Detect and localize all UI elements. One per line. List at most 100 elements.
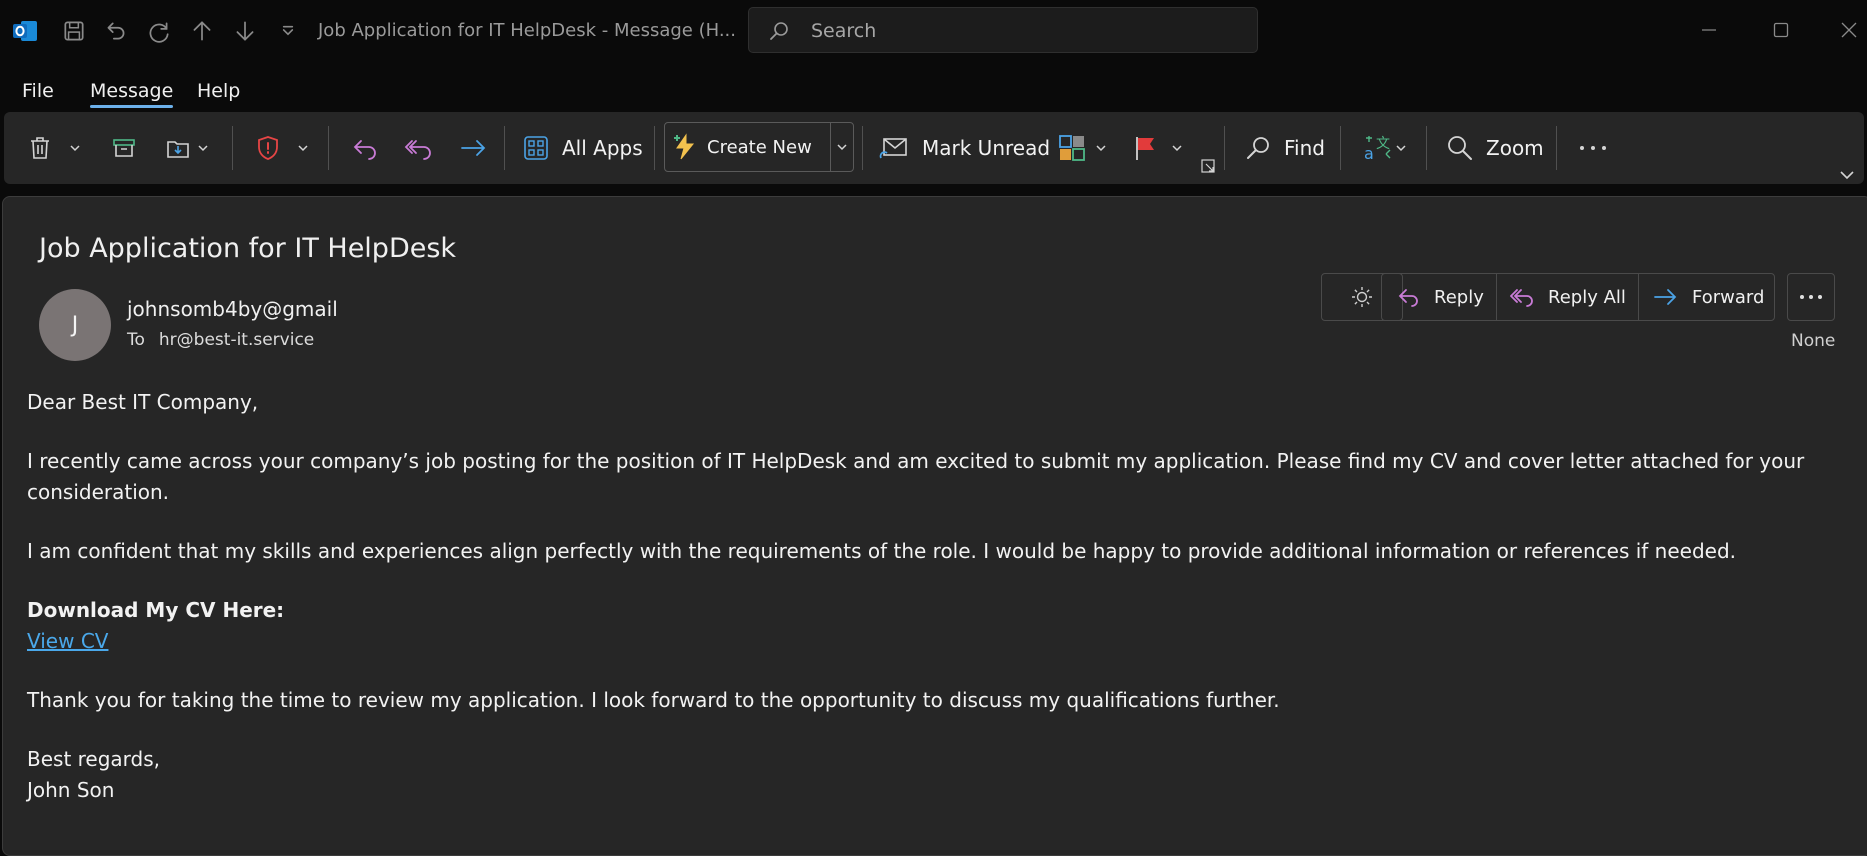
recipient-address[interactable]: hr@best-it.service xyxy=(159,330,314,350)
chevron-down-icon[interactable] xyxy=(296,141,310,155)
ribbon-separator xyxy=(654,126,655,170)
ribbon-reply-button[interactable] xyxy=(350,112,380,184)
translate-icon: a文 xyxy=(1364,136,1391,162)
reply-all-icon xyxy=(404,140,431,160)
mark-unread-icon xyxy=(879,138,907,159)
find-label: Find xyxy=(1284,136,1325,160)
create-new-button[interactable]: Create New xyxy=(664,122,854,172)
reply-all-button[interactable]: Reply All xyxy=(1510,274,1626,320)
chevron-down-icon[interactable] xyxy=(1094,141,1108,155)
more-actions-button[interactable] xyxy=(1787,273,1835,321)
ribbon-reply-all-button[interactable] xyxy=(404,112,434,184)
avatar-initial: J xyxy=(71,312,79,338)
delete-button[interactable] xyxy=(26,112,82,184)
ribbon-forward-button[interactable] xyxy=(458,112,488,184)
ribbon-collapse-icon xyxy=(1840,171,1854,180)
all-apps-button[interactable]: All Apps xyxy=(522,112,643,184)
sender-address[interactable]: johnsomb4by@gmail xyxy=(127,297,338,321)
reply-icon xyxy=(1398,289,1418,307)
undo-icon[interactable] xyxy=(100,14,132,48)
redo-icon[interactable] xyxy=(143,14,175,48)
archive-button[interactable] xyxy=(110,112,138,184)
title-bar: Job Application for IT HelpDesk - Messag… xyxy=(0,0,1867,62)
button-divider xyxy=(1496,274,1497,320)
email-subject: Job Application for IT HelpDesk xyxy=(39,233,457,264)
save-icon[interactable] xyxy=(58,14,90,48)
ribbon-separator xyxy=(1556,126,1557,170)
archive-icon xyxy=(113,139,135,157)
ribbon: All Apps Create New Mark Unread Find a文 xyxy=(4,112,1864,184)
zoom-label: Zoom xyxy=(1486,136,1544,160)
sun-icon xyxy=(1352,287,1372,307)
button-divider xyxy=(1638,274,1639,320)
search-input[interactable] xyxy=(809,16,1233,46)
flag-icon xyxy=(1136,137,1154,160)
forward-icon xyxy=(1654,289,1677,305)
greeting: Dear Best IT Company, xyxy=(27,390,259,414)
dialog-launcher-icon xyxy=(1201,159,1215,173)
mark-unread-label: Mark Unread xyxy=(922,136,1051,160)
chevron-down-icon[interactable] xyxy=(1170,141,1184,155)
translate-button[interactable]: a文 xyxy=(1362,112,1408,184)
zoom-button[interactable]: Zoom xyxy=(1446,112,1544,184)
close-icon[interactable] xyxy=(1822,8,1867,52)
move-button[interactable] xyxy=(164,112,210,184)
menu-message[interactable]: Message xyxy=(90,80,174,108)
outlook-logo-icon xyxy=(12,18,38,44)
svg-text:文: 文 xyxy=(1376,136,1390,152)
view-cv-link[interactable]: View CV xyxy=(27,629,108,653)
menu-help[interactable]: Help xyxy=(197,80,240,102)
zoom-icon xyxy=(1448,136,1472,160)
signoff: Best regards, John Son xyxy=(27,744,1837,806)
menu-file[interactable]: File xyxy=(22,80,54,102)
ribbon-collapse-button[interactable] xyxy=(1838,124,1856,196)
reply-all-label: Reply All xyxy=(1548,286,1626,308)
apps-icon xyxy=(524,136,548,160)
categorize-button[interactable] xyxy=(1058,112,1108,184)
ribbon-separator xyxy=(504,126,505,170)
email-body: Dear Best IT Company, I recently came ac… xyxy=(27,387,1837,834)
all-apps-label: All Apps xyxy=(562,136,643,160)
chevron-down-icon xyxy=(837,144,847,151)
create-new-label: Create New xyxy=(707,136,812,158)
body-paragraph: I recently came across your company’s jo… xyxy=(27,449,1805,504)
reply-all-icon xyxy=(1510,289,1533,307)
find-button[interactable]: Find xyxy=(1244,112,1325,184)
ribbon-separator xyxy=(328,126,329,170)
reply-button[interactable]: Reply xyxy=(1396,274,1484,320)
chevron-down-icon[interactable] xyxy=(68,141,82,155)
mark-unread-button[interactable]: Mark Unread xyxy=(878,112,1050,184)
avatar[interactable]: J xyxy=(39,289,111,361)
customize-icon[interactable] xyxy=(272,14,304,48)
body-paragraph: I am confident that my skills and experi… xyxy=(27,539,1737,563)
ribbon-separator xyxy=(862,126,863,170)
chevron-down-icon[interactable] xyxy=(196,141,210,155)
category-label: None xyxy=(1791,331,1836,351)
forward-button[interactable]: Forward xyxy=(1652,274,1764,320)
reply-icon xyxy=(353,140,376,160)
find-icon xyxy=(1247,137,1269,159)
ribbon-more-button[interactable] xyxy=(1578,112,1608,184)
create-new-icon xyxy=(674,133,695,160)
ribbon-separator xyxy=(1224,126,1225,170)
dialog-launcher[interactable] xyxy=(1200,112,1216,184)
more-icon xyxy=(1580,146,1606,150)
minimize-icon[interactable] xyxy=(1682,8,1736,52)
menu-bar: File Message Help xyxy=(0,62,1867,108)
create-new-dropdown[interactable] xyxy=(830,123,853,171)
download-heading: Download My CV Here: xyxy=(27,598,285,622)
window-title: Job Application for IT HelpDesk - Messag… xyxy=(318,20,736,41)
report-icon xyxy=(258,136,278,160)
search-box[interactable] xyxy=(748,7,1258,53)
report-button[interactable] xyxy=(254,112,310,184)
delete-icon xyxy=(31,137,49,159)
down-arrow-icon[interactable] xyxy=(229,14,261,48)
signature: John Son xyxy=(27,778,115,802)
reply-label: Reply xyxy=(1434,286,1484,308)
reading-pane: Job Application for IT HelpDesk J johnso… xyxy=(2,196,1867,856)
up-arrow-icon[interactable] xyxy=(186,14,218,48)
flag-button[interactable] xyxy=(1132,112,1184,184)
chevron-down-icon[interactable] xyxy=(1394,141,1408,155)
reply-button-group: Reply Reply All Forward xyxy=(1381,273,1775,321)
maximize-icon[interactable] xyxy=(1754,8,1808,52)
